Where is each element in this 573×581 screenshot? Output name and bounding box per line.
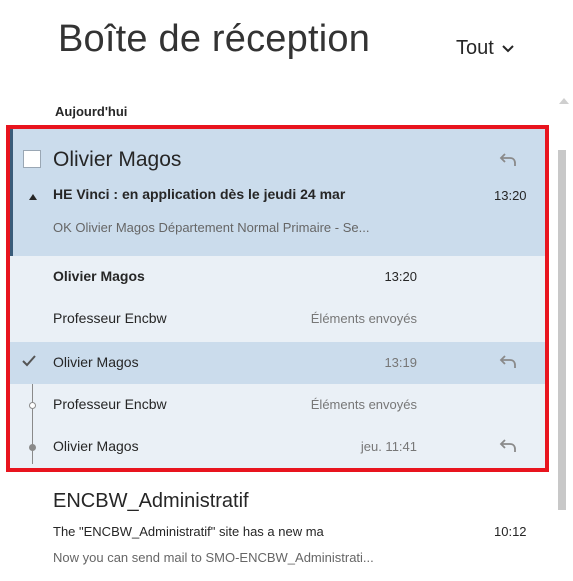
chevron-down-icon	[502, 44, 514, 52]
message-time: 13:19	[384, 355, 417, 370]
message-sender: Professeur Encbw	[53, 396, 167, 412]
conversation-preview: OK Olivier Magos Département Normal Prim…	[53, 220, 370, 235]
date-group-label: Aujourd'hui	[55, 104, 128, 119]
message-sender: Olivier Magos	[53, 268, 145, 284]
scrollbar[interactable]	[555, 95, 573, 581]
thread-node-icon	[29, 444, 36, 451]
thread-message-row[interactable]: Professeur Encbw Éléments envoyés	[9, 384, 547, 426]
filter-dropdown[interactable]: Tout	[456, 37, 514, 60]
conversation-header[interactable]: Olivier Magos HE Vinci : en application …	[9, 128, 547, 256]
message-sender: Olivier Magos	[53, 354, 139, 370]
message-subject: The "ENCBW_Administratif" site has a new…	[53, 524, 324, 539]
scrollbar-thumb[interactable]	[558, 150, 566, 510]
message-folder: Éléments envoyés	[310, 397, 417, 412]
page-title: Boîte de réception	[58, 18, 371, 60]
scroll-up-icon[interactable]	[559, 97, 569, 104]
message-sender: Olivier Magos	[53, 438, 139, 454]
message-time: 13:20	[384, 269, 417, 284]
conversation-time: 13:20	[494, 188, 527, 203]
inbox-header: Boîte de réception Tout	[0, 0, 573, 90]
message-list-item[interactable]: ENCBW_Administratif The "ENCBW_Administr…	[0, 478, 555, 581]
thread-message-list: Olivier Magos 13:20 Professeur Encbw Élé…	[9, 256, 547, 470]
checkmark-icon	[22, 355, 36, 367]
message-sender: Professeur Encbw	[53, 310, 167, 326]
reply-icon[interactable]	[499, 152, 517, 168]
message-preview: Now you can send mail to SMO-ENCBW_Admin…	[53, 550, 374, 565]
thread-message-row-selected[interactable]: Olivier Magos 13:19	[9, 342, 547, 384]
message-time: jeu. 11:41	[360, 439, 417, 454]
reply-icon[interactable]	[499, 438, 517, 454]
conversation-thread: Olivier Magos HE Vinci : en application …	[9, 128, 547, 470]
thread-message-row[interactable]: Olivier Magos jeu. 11:41	[9, 426, 547, 468]
message-time: 10:12	[494, 524, 527, 539]
filter-label: Tout	[456, 37, 494, 59]
message-sender: ENCBW_Administratif	[53, 490, 249, 512]
select-checkbox[interactable]	[23, 150, 41, 168]
collapse-caret-icon[interactable]	[29, 194, 37, 200]
selection-accent-bar	[9, 128, 13, 256]
conversation-subject: HE Vinci : en application dès le jeudi 2…	[53, 186, 346, 202]
thread-message-row[interactable]: Professeur Encbw Éléments envoyés	[9, 298, 547, 340]
conversation-sender: Olivier Magos	[53, 148, 182, 171]
message-folder: Éléments envoyés	[310, 311, 417, 326]
thread-node-icon	[29, 402, 36, 409]
reply-icon[interactable]	[499, 354, 517, 370]
thread-message-row[interactable]: Olivier Magos 13:20	[9, 256, 547, 298]
